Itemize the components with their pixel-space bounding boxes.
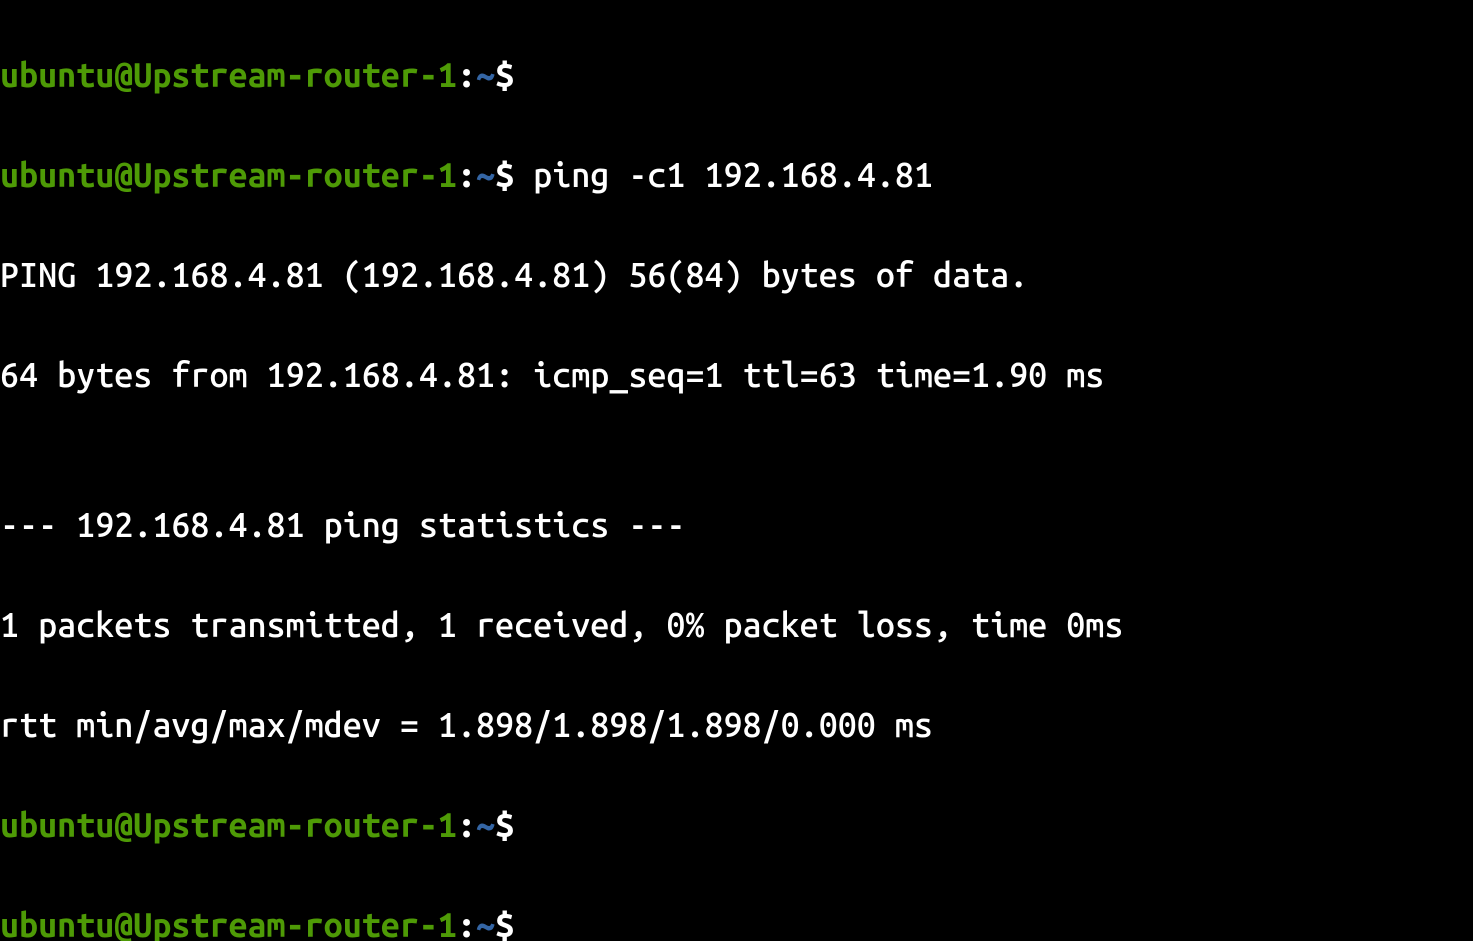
user-host: ubuntu@Upstream-router-1 (0, 156, 457, 194)
prompt-colon: : (457, 56, 476, 94)
prompt-line: ubuntu@Upstream-router-1:~$ (0, 50, 1473, 100)
user-host: ubuntu@Upstream-router-1 (0, 906, 457, 941)
command-text: ping -c1 192.168.4.81 (514, 156, 933, 194)
prompt-line: ubuntu@Upstream-router-1:~$ (0, 900, 1473, 941)
prompt-line: ubuntu@Upstream-router-1:~$ ping -c1 192… (0, 150, 1473, 200)
prompt-colon: : (457, 156, 476, 194)
prompt-path: ~ (476, 906, 495, 941)
output-line: --- 192.168.4.81 ping statistics --- (0, 500, 1473, 550)
prompt-path: ~ (476, 56, 495, 94)
prompt-dollar: $ (495, 156, 514, 194)
prompt-dollar: $ (495, 906, 514, 941)
terminal-window[interactable]: ubuntu@Upstream-router-1:~$ ubuntu@Upstr… (0, 0, 1473, 941)
prompt-dollar: $ (495, 806, 514, 844)
output-line: PING 192.168.4.81 (192.168.4.81) 56(84) … (0, 250, 1473, 300)
output-line: rtt min/avg/max/mdev = 1.898/1.898/1.898… (0, 700, 1473, 750)
prompt-path: ~ (476, 156, 495, 194)
user-host: ubuntu@Upstream-router-1 (0, 56, 457, 94)
prompt-line: ubuntu@Upstream-router-1:~$ (0, 800, 1473, 850)
prompt-colon: : (457, 906, 476, 941)
prompt-path: ~ (476, 806, 495, 844)
user-host: ubuntu@Upstream-router-1 (0, 806, 457, 844)
output-line: 64 bytes from 192.168.4.81: icmp_seq=1 t… (0, 350, 1473, 400)
prompt-dollar: $ (495, 56, 514, 94)
output-line: 1 packets transmitted, 1 received, 0% pa… (0, 600, 1473, 650)
prompt-colon: : (457, 806, 476, 844)
